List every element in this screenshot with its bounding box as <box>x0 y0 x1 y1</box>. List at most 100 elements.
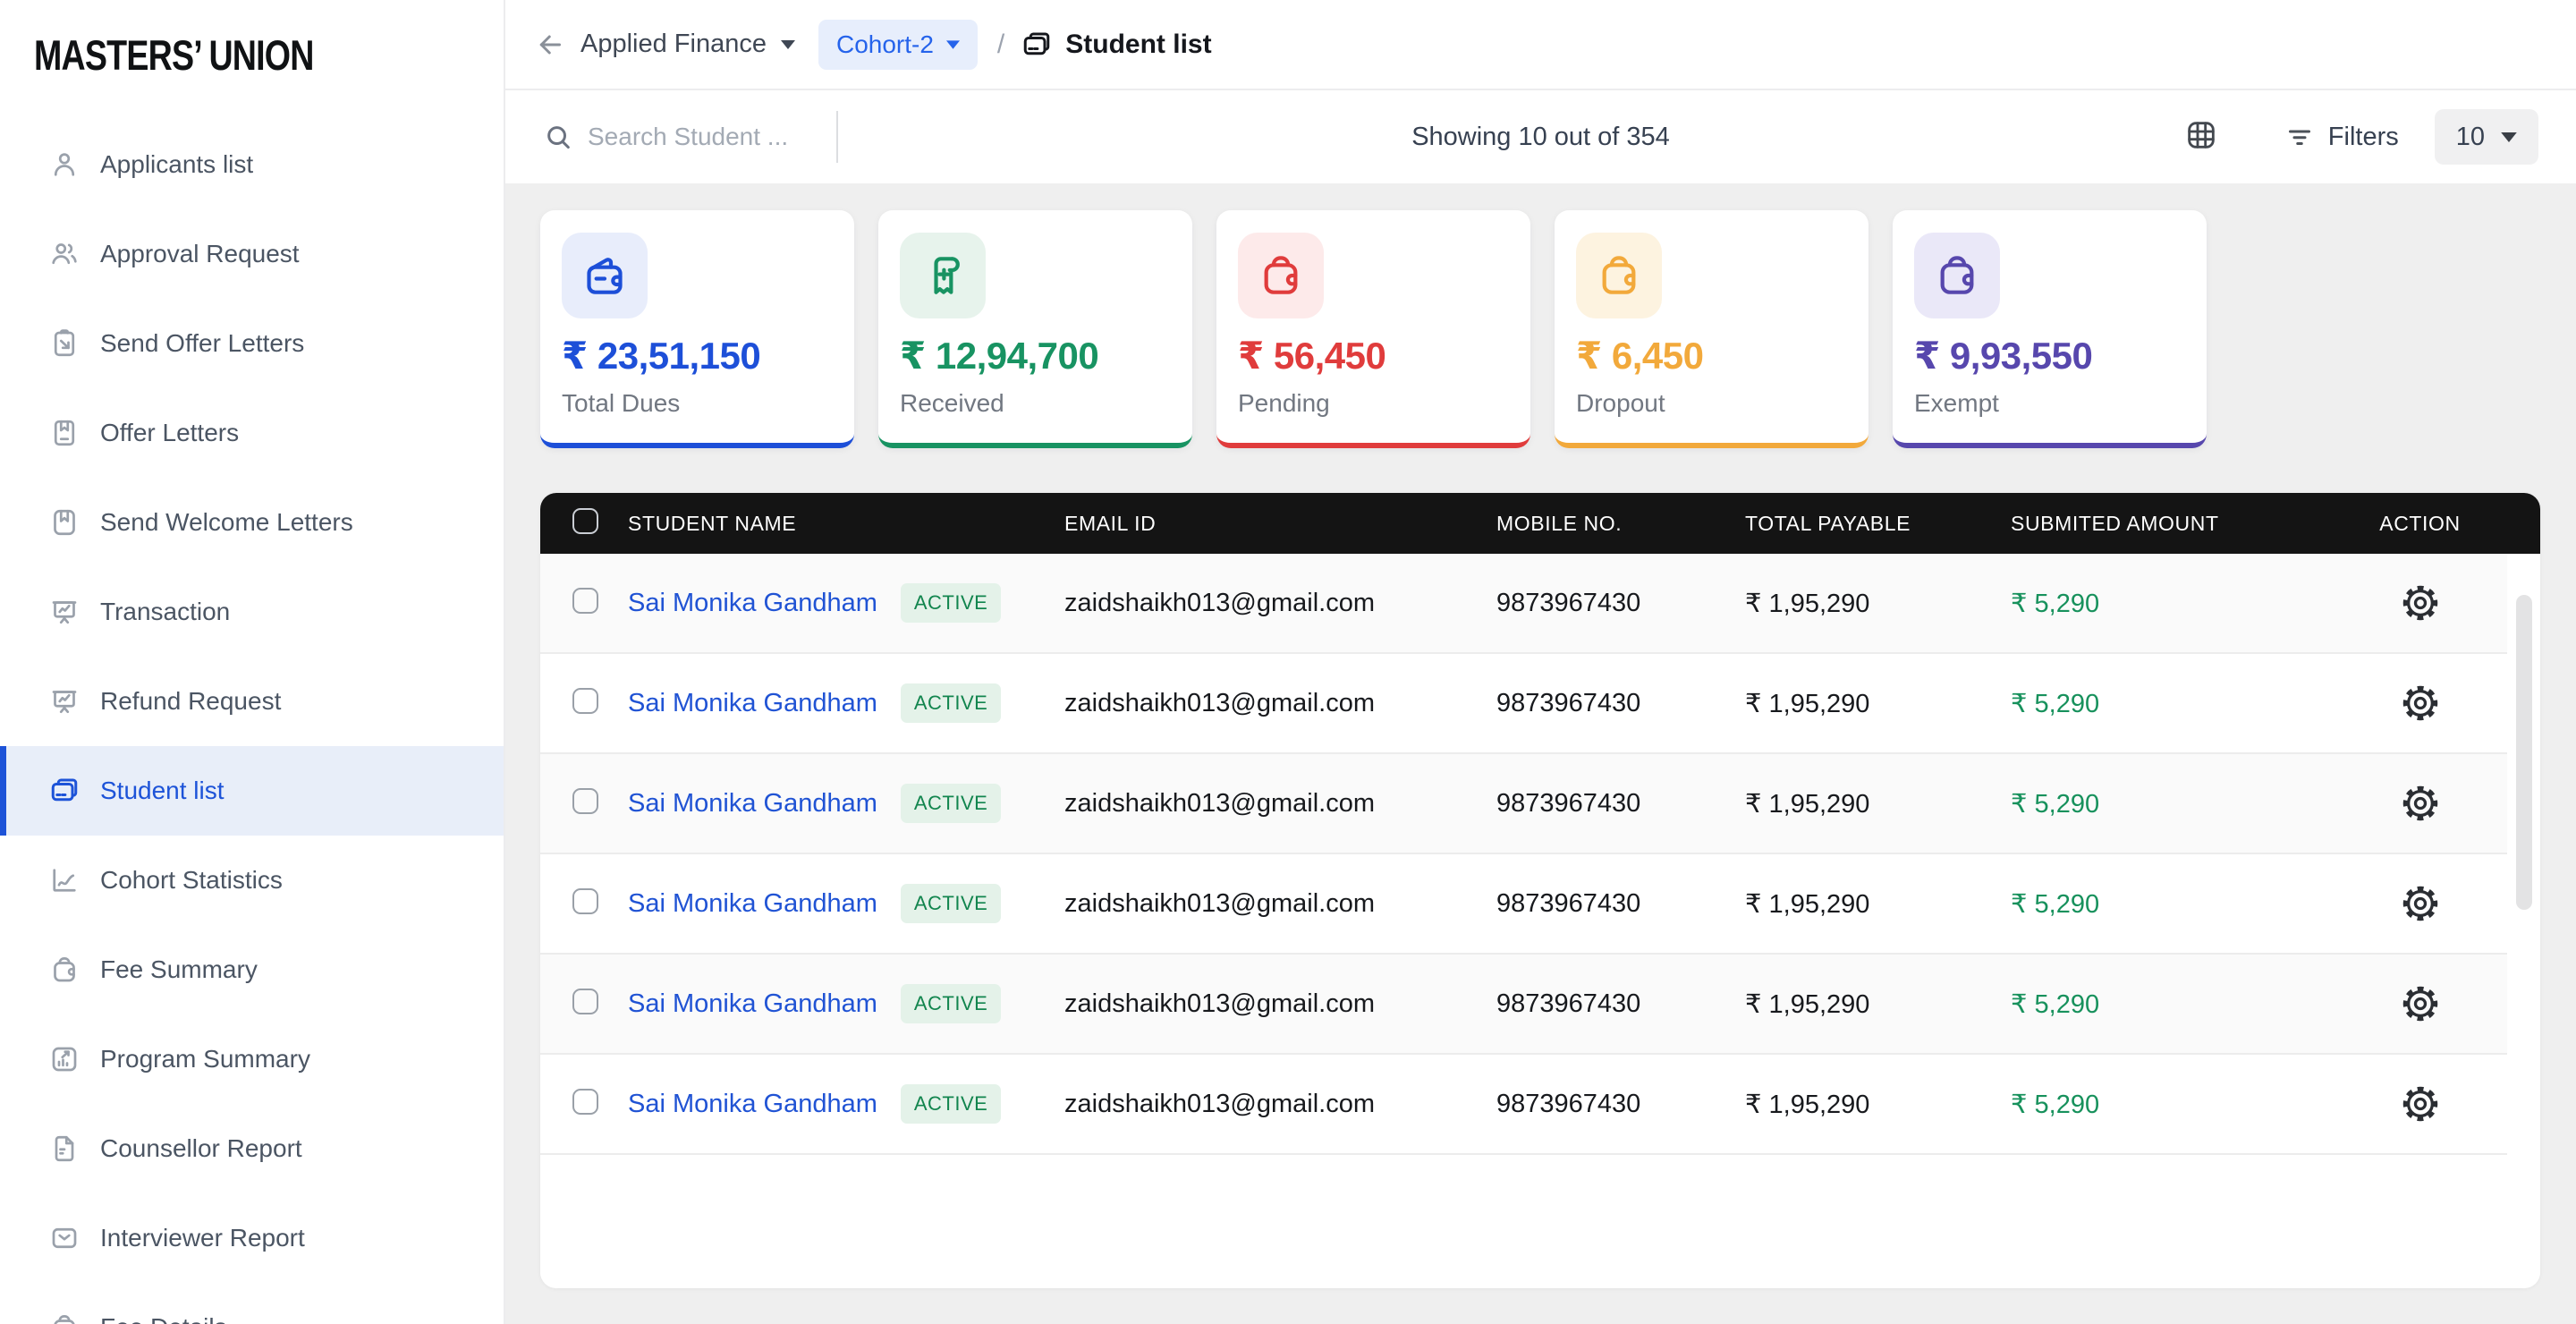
card-icon <box>1024 32 1050 55</box>
wallet-icon <box>54 957 75 982</box>
sidebar: MASTERS’ UNION Applicants list Approval … <box>0 0 505 1324</box>
sidebar-item-fee-details[interactable]: Fee Details <box>0 1283 504 1324</box>
column-header-action: ACTION <box>2379 511 2461 535</box>
student-name-link[interactable]: Sai Monika Gandham <box>628 789 877 819</box>
filters-button[interactable]: Filters <box>2284 121 2399 153</box>
cohort-name: Cohort-2 <box>835 30 934 58</box>
sidebar-item-approval-request[interactable]: Approval Request <box>0 209 504 299</box>
row-settings-button[interactable] <box>2399 682 2442 725</box>
column-header-submitted-amount: SUBMITED AMOUNT <box>2011 511 2219 535</box>
row-checkbox[interactable] <box>572 888 598 914</box>
status-badge: ACTIVE <box>900 984 1002 1023</box>
sidebar-item-program-summary[interactable]: Program Summary <box>0 1014 504 1104</box>
stat-value: ₹ 12,94,700 <box>900 335 1099 377</box>
student-name-link[interactable]: Sai Monika Gandham <box>628 989 877 1019</box>
cohort-dropdown[interactable]: Cohort-2 <box>818 19 978 70</box>
row-settings-button[interactable] <box>2399 882 2442 925</box>
back-button[interactable] <box>530 25 570 64</box>
student-name-link[interactable]: Sai Monika Gandham <box>628 689 877 718</box>
table-scrollbar-thumb[interactable] <box>2516 595 2532 910</box>
total-payable-value: ₹ 1,95,290 <box>1745 989 1870 1019</box>
offer-letter-icon <box>54 420 75 446</box>
search-input[interactable] <box>588 123 820 151</box>
sidebar-item-counsellor-report[interactable]: Counsellor Report <box>0 1104 504 1193</box>
status-badge: ACTIVE <box>900 1084 1002 1124</box>
page-size-value: 10 <box>2455 122 2485 151</box>
sidebar-item-offer-letters[interactable]: Offer Letters <box>0 388 504 478</box>
search-icon <box>547 126 570 149</box>
presentation-chart-icon <box>52 691 77 714</box>
student-name-link[interactable]: Sai Monika Gandham <box>628 589 877 618</box>
row-checkbox[interactable] <box>572 588 598 614</box>
sidebar-item-cohort-statistics[interactable]: Cohort Statistics <box>0 836 504 925</box>
table-empty-space <box>540 1155 2540 1288</box>
stats-cards: ₹ 23,51,150 Total Dues ₹ 12,94,700 Recei… <box>540 210 2540 448</box>
toolbar-divider <box>836 111 838 163</box>
welcome-letter-icon <box>54 509 75 536</box>
sidebar-item-label: Applicants list <box>100 150 254 178</box>
sidebar-nav: Applicants list Approval Request Send Of… <box>0 120 504 1324</box>
sidebar-item-applicants-list[interactable]: Applicants list <box>0 120 504 209</box>
table-body: Sai Monika Gandham ACTIVE zaidshaikh013@g… <box>540 554 2507 1155</box>
sidebar-item-student-list[interactable]: Student list <box>0 746 504 836</box>
row-settings-button[interactable] <box>2399 1082 2442 1125</box>
column-header-mobile: MOBILE NO. <box>1496 511 1623 535</box>
sidebar-item-interviewer-report[interactable]: Interviewer Report <box>0 1193 504 1283</box>
submitted-amount-value: ₹ 5,290 <box>2011 889 2100 919</box>
showing-count: Showing 10 out of 354 <box>1411 122 1670 151</box>
row-checkbox[interactable] <box>572 989 598 1014</box>
sidebar-item-fee-summary[interactable]: Fee Summary <box>0 925 504 1014</box>
page-size-dropdown[interactable]: 10 <box>2434 109 2538 165</box>
student-email: zaidshaikh013@gmail.com <box>1064 989 1375 1018</box>
sidebar-item-label: Cohort Statistics <box>100 866 283 894</box>
presentation-chart-icon <box>52 601 77 624</box>
row-settings-button[interactable] <box>2399 982 2442 1025</box>
submitted-amount-value: ₹ 5,290 <box>2011 789 2100 819</box>
student-mobile: 9873967430 <box>1496 888 1641 918</box>
table-row: Sai Monika Gandham ACTIVE zaidshaikh013@g… <box>540 654 2507 754</box>
sidebar-item-label: Student list <box>100 777 225 804</box>
user-icon <box>54 153 75 176</box>
grid-view-button[interactable] <box>2183 117 2223 157</box>
student-name-link[interactable]: Sai Monika Gandham <box>628 1090 877 1119</box>
program-dropdown[interactable]: Applied Finance <box>580 30 795 59</box>
program-name: Applied Finance <box>580 30 767 58</box>
stat-card-dropout: ₹ 6,450 Dropout <box>1555 210 1868 448</box>
topbar: Applied Finance Cohort-2 / Student list <box>505 0 2576 90</box>
row-settings-button[interactable] <box>2399 782 2442 825</box>
student-email: zaidshaikh013@gmail.com <box>1064 888 1375 918</box>
submitted-amount-value: ₹ 5,290 <box>2011 989 2100 1019</box>
wallet-icon <box>1238 233 1324 318</box>
row-checkbox[interactable] <box>572 788 598 814</box>
student-name-link[interactable]: Sai Monika Gandham <box>628 889 877 919</box>
sidebar-item-send-welcome-letters[interactable]: Send Welcome Letters <box>0 478 504 567</box>
select-all-checkbox[interactable] <box>572 508 598 534</box>
sidebar-item-label: Counsellor Report <box>100 1134 302 1162</box>
sidebar-item-label: Fee Details <box>100 1313 227 1324</box>
gear-icon <box>2402 886 2437 921</box>
submitted-amount-value: ₹ 5,290 <box>2011 589 2100 618</box>
row-settings-button[interactable] <box>2399 581 2442 624</box>
gear-icon <box>2402 1086 2437 1122</box>
submitted-amount-value: ₹ 5,290 <box>2011 1090 2100 1119</box>
card-icon <box>51 778 78 802</box>
line-chart-icon <box>53 869 76 892</box>
wallet-minus-icon <box>562 233 648 318</box>
sidebar-item-send-offer-letters[interactable]: Send Offer Letters <box>0 299 504 388</box>
sidebar-item-label: Offer Letters <box>100 419 240 446</box>
stat-value: ₹ 9,93,550 <box>1914 335 2093 377</box>
wallet-icon <box>54 1315 75 1324</box>
sidebar-item-label: Program Summary <box>100 1045 310 1073</box>
app-root: MASTERS’ UNION Applicants list Approval … <box>0 0 2576 1324</box>
total-payable-value: ₹ 1,95,290 <box>1745 1090 1870 1119</box>
stat-label: Pending <box>1238 389 1330 417</box>
row-checkbox[interactable] <box>572 1089 598 1115</box>
chevron-down-icon <box>2501 132 2517 142</box>
sidebar-item-refund-request[interactable]: Refund Request <box>0 657 504 746</box>
row-checkbox[interactable] <box>572 688 598 714</box>
filters-label: Filters <box>2327 122 2399 151</box>
sidebar-item-transaction[interactable]: Transaction <box>0 567 504 657</box>
toolbar: Showing 10 out of 354 Filters 10 <box>505 90 2576 183</box>
sidebar-item-label: Interviewer Report <box>100 1224 305 1252</box>
stat-value: ₹ 23,51,150 <box>562 335 761 377</box>
